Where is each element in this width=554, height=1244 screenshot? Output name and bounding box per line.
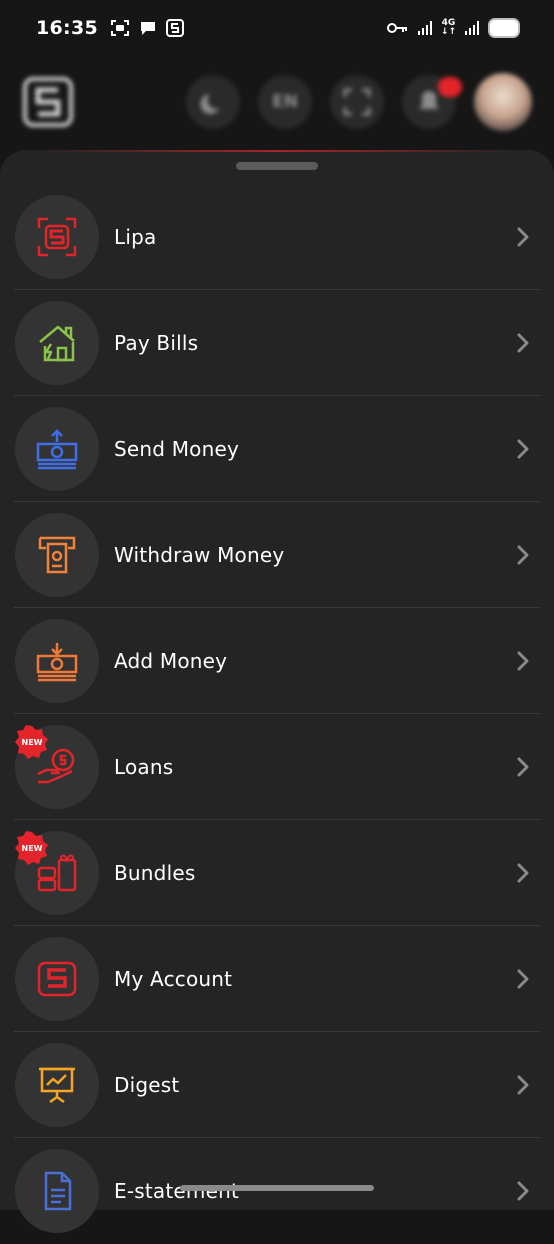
theme-toggle-button[interactable] (186, 75, 240, 129)
menu-label: Add Money (114, 649, 228, 673)
document-icon (44, 1171, 72, 1211)
menu-item-withdraw-money[interactable]: Withdraw Money (0, 502, 554, 608)
chevron-right-icon (517, 333, 529, 353)
chevron-right-icon (517, 863, 529, 883)
sheet-accent-line (40, 150, 514, 152)
menu-icon-circle (15, 513, 99, 597)
menu-icon-circle (15, 937, 99, 1021)
status-left-icons (110, 18, 184, 38)
menu-item-lipa[interactable]: Lipa (0, 184, 554, 290)
chevron-right-icon (517, 439, 529, 459)
cash-up-icon (36, 429, 78, 470)
menu-label: Loans (114, 755, 174, 779)
chevron-right-icon (517, 969, 529, 989)
menu-icon-circle (15, 195, 99, 279)
status-bar: 16:35 4G ↓↑ (0, 0, 554, 56)
menu-item-add-money[interactable]: Add Money (0, 608, 554, 714)
battery-icon (488, 18, 520, 38)
language-button[interactable]: EN (258, 75, 312, 129)
menu-icon-circle: NEW (15, 725, 99, 809)
status-time: 16:35 (36, 17, 98, 39)
menu-label: Send Money (114, 437, 240, 461)
menu-label: Digest (114, 1073, 180, 1097)
drag-handle[interactable] (236, 162, 318, 170)
header-actions: EN (186, 73, 532, 131)
key-icon (386, 23, 407, 33)
menu-item-e-statement[interactable]: E-statement (0, 1138, 554, 1244)
menu-label: Lipa (114, 225, 157, 249)
chevron-right-icon (517, 651, 529, 671)
menu-label: Withdraw Money (114, 543, 285, 567)
presentation-icon (39, 1067, 75, 1104)
app-s-icon (165, 19, 184, 37)
screenshot-icon (110, 20, 129, 36)
chat-icon (140, 22, 155, 35)
logo-icon (37, 961, 77, 997)
svg-text:NEW: NEW (22, 844, 43, 853)
menu-sheet: Lipa Pay Bills Send Money Withdraw Money… (0, 150, 554, 1233)
new-badge: NEW (15, 831, 48, 865)
menu-item-digest[interactable]: Digest (0, 1032, 554, 1138)
chevron-right-icon (517, 1075, 529, 1095)
status-right-icons: 4G ↓↑ (386, 18, 520, 38)
moon-icon (200, 94, 220, 114)
chevron-right-icon (517, 227, 529, 247)
menu-item-loans[interactable]: NEW Loans (0, 714, 554, 820)
new-badge: NEW (15, 725, 48, 759)
menu-label: E-statement (114, 1179, 240, 1203)
logo-icon[interactable] (22, 76, 74, 128)
signal-icon (417, 21, 432, 35)
menu-icon-circle (15, 407, 99, 491)
menu-item-pay-bills[interactable]: Pay Bills (0, 290, 554, 396)
notification-badge (438, 77, 462, 97)
app-header: EN (0, 62, 554, 142)
network-indicator: 4G ↓↑ (441, 19, 456, 37)
menu-icon-circle (15, 1043, 99, 1127)
menu-icon-circle (15, 619, 99, 703)
bell-icon (419, 91, 439, 109)
chevron-right-icon (517, 1181, 529, 1201)
atm-icon (38, 536, 76, 574)
avatar[interactable] (474, 73, 532, 131)
menu-label: Pay Bills (114, 331, 199, 355)
menu-label: My Account (114, 967, 233, 991)
scan-pay-icon (37, 217, 77, 257)
menu-item-my-account[interactable]: My Account (0, 926, 554, 1032)
house-icon (39, 325, 75, 362)
menu-icon-circle (15, 301, 99, 385)
language-label: EN (272, 92, 298, 112)
chevron-right-icon (517, 757, 529, 777)
scan-icon (343, 88, 371, 116)
menu-icon-circle (15, 1149, 99, 1233)
signal-icon (465, 21, 479, 35)
home-indicator[interactable] (180, 1185, 374, 1191)
menu-icon-circle: NEW (15, 831, 99, 915)
menu-item-send-money[interactable]: Send Money (0, 396, 554, 502)
menu-list: Lipa Pay Bills Send Money Withdraw Money… (0, 184, 554, 1244)
chevron-right-icon (517, 545, 529, 565)
cash-down-icon (36, 643, 78, 682)
scan-button[interactable] (330, 75, 384, 129)
notifications-button[interactable] (402, 75, 462, 129)
menu-label: Bundles (114, 861, 196, 885)
data-arrows-icon: ↓↑ (440, 27, 456, 37)
svg-text:NEW: NEW (22, 738, 43, 747)
menu-item-bundles[interactable]: NEW Bundles (0, 820, 554, 926)
